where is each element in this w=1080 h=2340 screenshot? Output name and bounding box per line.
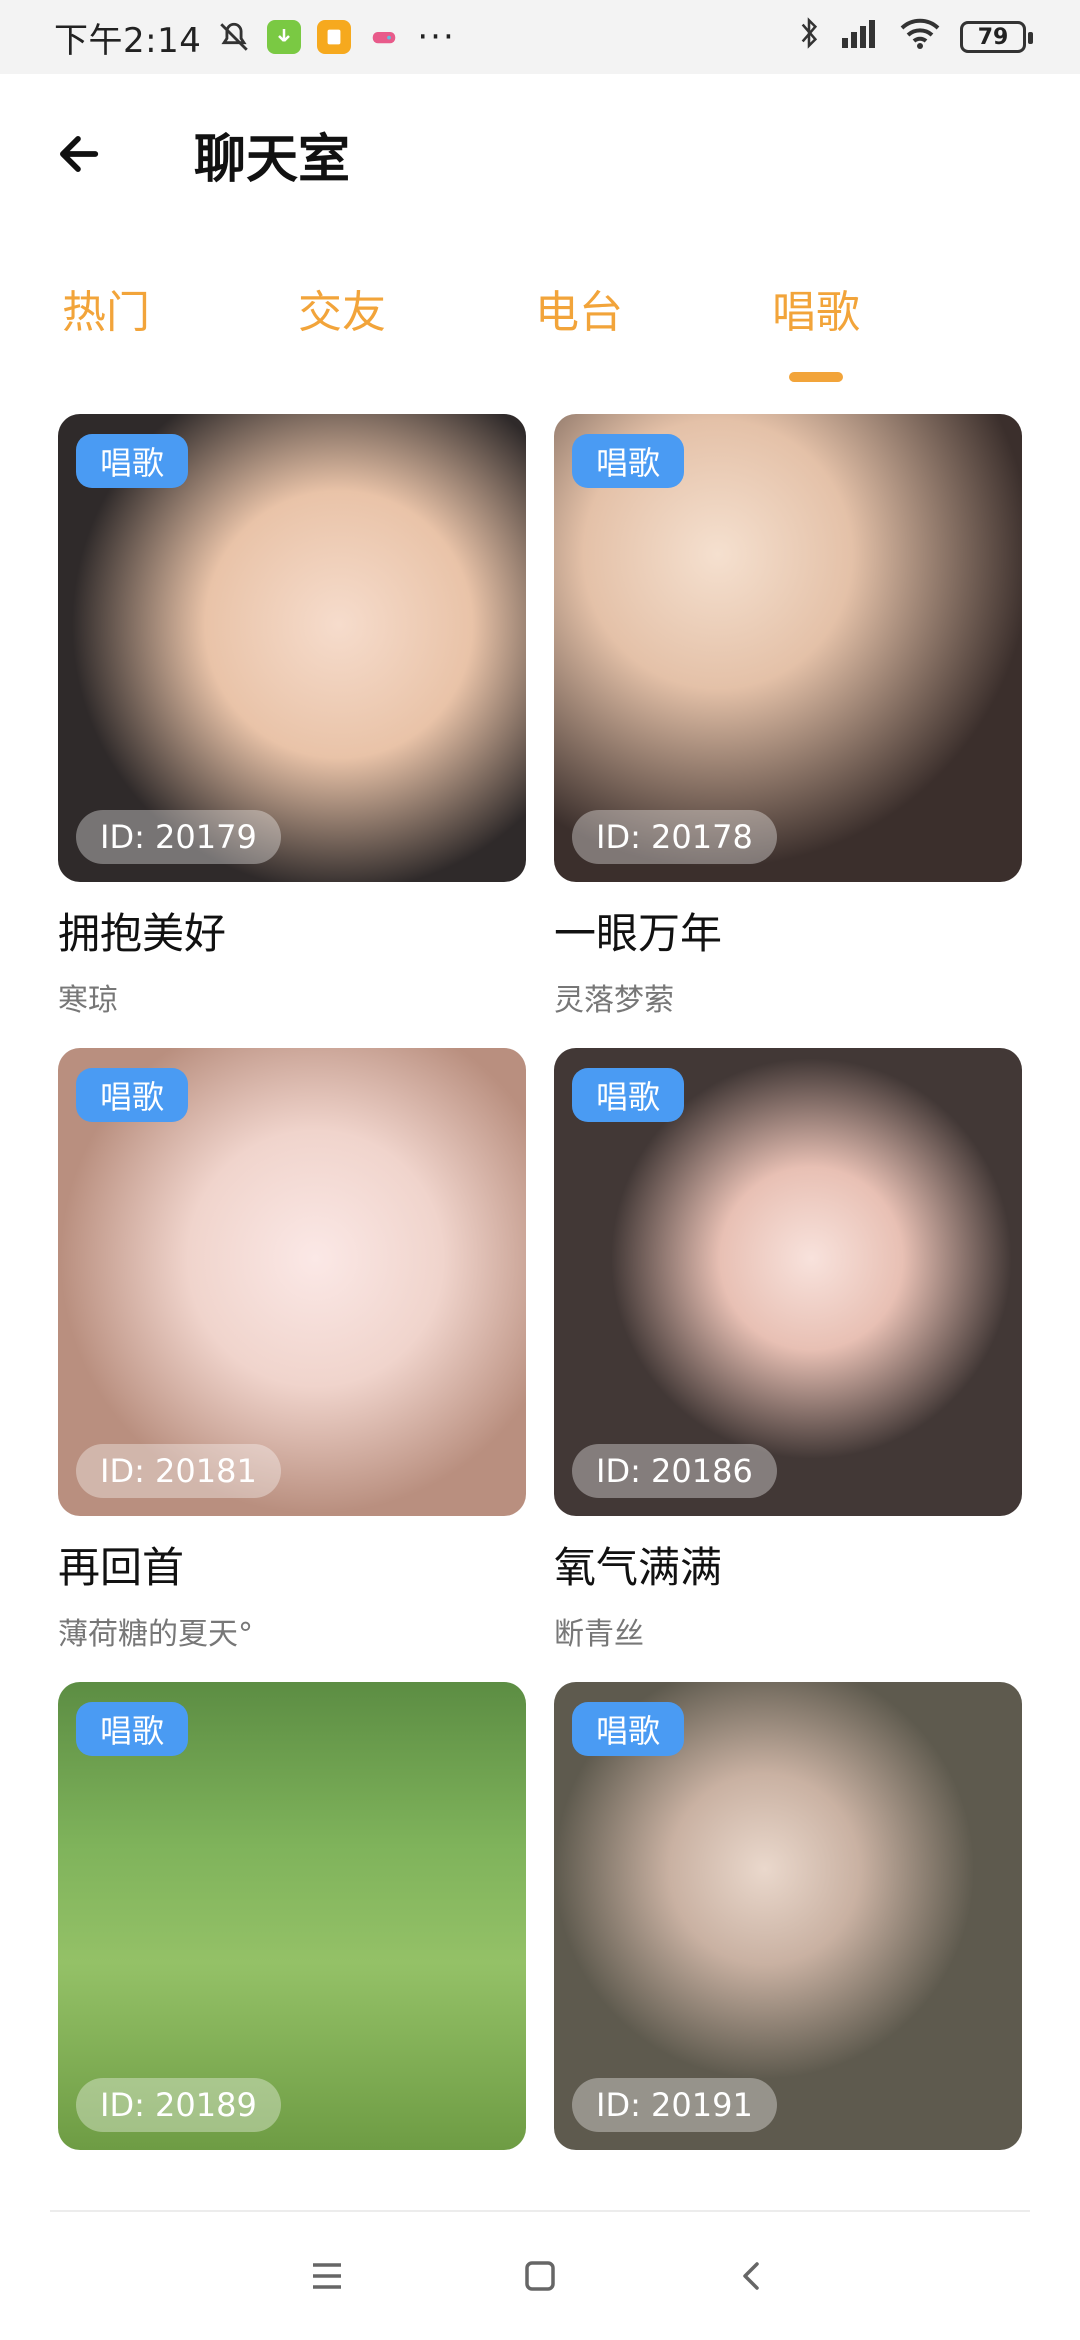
battery-indicator: 79 bbox=[960, 21, 1033, 53]
room-id: ID: 20179 bbox=[76, 810, 281, 864]
bluetooth-icon bbox=[796, 15, 822, 60]
room-card[interactable]: 唱歌 ID: 20178 一眼万年 灵落梦萦 bbox=[554, 414, 1022, 1019]
room-cover-image: 唱歌 ID: 20181 bbox=[58, 1048, 526, 1516]
more-status-icons: ··· bbox=[417, 17, 456, 57]
category-tag: 唱歌 bbox=[76, 1702, 189, 1756]
menu-icon bbox=[312, 2263, 341, 2289]
status-bar: 下午2:14 ··· 79 bbox=[0, 0, 1080, 74]
room-id: ID: 20189 bbox=[76, 2078, 281, 2132]
app-header: 聊天室 bbox=[0, 74, 1080, 234]
room-id: ID: 20178 bbox=[572, 810, 777, 864]
room-card[interactable]: 唱歌 ID: 20191 幸运的天眼 bbox=[554, 1682, 1022, 2179]
room-host: 灵落梦萦 bbox=[554, 983, 674, 1018]
room-title: 氧气满满 bbox=[554, 1543, 723, 1592]
mute-icon bbox=[217, 20, 251, 54]
system-back-button[interactable] bbox=[723, 2246, 783, 2306]
room-host: 断青丝 bbox=[554, 1617, 644, 1652]
room-cover-image: 唱歌 ID: 20178 bbox=[554, 414, 1022, 882]
room-card[interactable]: 唱歌 ID: 20189 球球的爱 bbox=[58, 1682, 526, 2179]
category-tag: 唱歌 bbox=[572, 1702, 685, 1756]
home-button[interactable] bbox=[510, 2246, 570, 2306]
download-app-icon bbox=[267, 20, 302, 54]
room-id: ID: 20191 bbox=[572, 2078, 777, 2132]
tab-radio[interactable]: 电台 bbox=[535, 276, 623, 340]
home-square-icon bbox=[525, 2261, 555, 2291]
room-card[interactable]: 唱歌 ID: 20181 再回首 薄荷糖的夏天° bbox=[58, 1048, 526, 1653]
category-tag: 唱歌 bbox=[76, 434, 189, 488]
signal-icon bbox=[840, 16, 880, 59]
room-title: 一眼万年 bbox=[554, 909, 723, 958]
back-arrow-icon bbox=[60, 136, 99, 172]
room-grid: 唱歌 ID: 20179 拥抱美好 寒琼 唱歌 ID: 20178 一眼万年 灵… bbox=[58, 414, 1022, 2179]
room-host: 寒琼 bbox=[58, 983, 118, 1018]
room-title: 球球的爱 bbox=[58, 2168, 526, 2179]
room-id: ID: 20181 bbox=[76, 1444, 281, 1498]
tab-singing[interactable]: 唱歌 bbox=[772, 276, 860, 340]
category-tabs: 热门 交友 电台 唱歌 bbox=[0, 260, 1080, 370]
category-tag: 唱歌 bbox=[572, 1068, 685, 1122]
tab-friends[interactable]: 交友 bbox=[298, 276, 386, 340]
game-app-icon bbox=[367, 20, 401, 54]
room-cover-image: 唱歌 ID: 20189 bbox=[58, 1682, 526, 2150]
category-tag: 唱歌 bbox=[76, 1068, 189, 1122]
status-time: 下午2:14 bbox=[54, 20, 202, 61]
room-cover-image: 唱歌 ID: 20186 bbox=[554, 1048, 1022, 1516]
room-host: 薄荷糖的夏天° bbox=[58, 1617, 253, 1652]
back-button[interactable] bbox=[48, 124, 108, 184]
recents-button[interactable] bbox=[297, 2246, 357, 2306]
room-id: ID: 20186 bbox=[572, 1444, 777, 1498]
system-nav-bar bbox=[0, 2212, 1080, 2340]
category-tag: 唱歌 bbox=[572, 434, 685, 488]
tab-hot[interactable]: 热门 bbox=[62, 276, 150, 340]
notes-app-icon bbox=[317, 20, 352, 54]
room-title: 幸运的天眼 bbox=[554, 2168, 1022, 2179]
room-title: 再回首 bbox=[58, 1543, 185, 1592]
wifi-icon bbox=[898, 16, 942, 59]
room-cover-image: 唱歌 ID: 20191 bbox=[554, 1682, 1022, 2150]
room-card[interactable]: 唱歌 ID: 20179 拥抱美好 寒琼 bbox=[58, 414, 526, 1019]
page-title: 聊天室 bbox=[194, 129, 351, 190]
room-cover-image: 唱歌 ID: 20179 bbox=[58, 414, 526, 882]
room-title: 拥抱美好 bbox=[58, 909, 227, 958]
chevron-left-icon bbox=[743, 2262, 760, 2290]
room-card[interactable]: 唱歌 ID: 20186 氧气满满 断青丝 bbox=[554, 1048, 1022, 1653]
